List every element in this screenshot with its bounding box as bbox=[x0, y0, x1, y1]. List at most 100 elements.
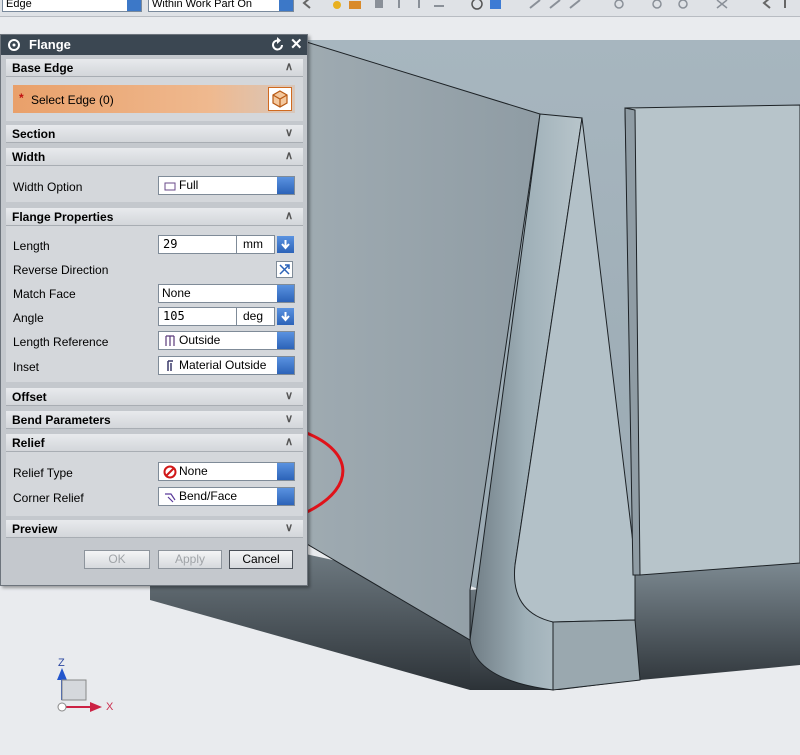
reverse-direction-button[interactable] bbox=[276, 261, 293, 278]
dialog-title: Flange bbox=[29, 37, 71, 52]
length-reference-label: Length Reference bbox=[13, 335, 109, 349]
snap-mid-icon[interactable] bbox=[548, 0, 562, 10]
cube-select-icon bbox=[272, 90, 288, 108]
chevron-down-icon bbox=[279, 0, 293, 11]
angle-input[interactable]: 105 bbox=[158, 307, 237, 326]
section-bend-parameters[interactable]: Bend Parameters ∨ bbox=[6, 411, 303, 429]
line-icon[interactable] bbox=[432, 0, 446, 10]
snap-control-icon[interactable] bbox=[568, 0, 582, 10]
section-title: Offset bbox=[12, 390, 47, 404]
section-title: Preview bbox=[12, 522, 58, 536]
inset-select[interactable]: Material Outside bbox=[158, 356, 295, 375]
width-option-select[interactable]: Full bbox=[158, 176, 295, 195]
section-base-edge[interactable]: Base Edge ∧ bbox=[6, 59, 303, 77]
section-title: Relief bbox=[12, 436, 45, 450]
intersection-icon[interactable] bbox=[715, 0, 729, 10]
reverse-direction-label: Reverse Direction bbox=[13, 263, 109, 277]
top-toolbar: Edge Within Work Part On bbox=[0, 0, 800, 17]
chevron-up-icon: ∧ bbox=[285, 436, 294, 448]
outside-reference-icon bbox=[165, 335, 175, 346]
arrow-left-icon[interactable] bbox=[760, 0, 774, 10]
close-icon[interactable]: ✕ bbox=[290, 35, 303, 53]
angle-label: Angle bbox=[13, 311, 44, 325]
ok-button[interactable]: OK bbox=[84, 550, 150, 569]
arrow-down-icon bbox=[281, 240, 290, 250]
section-relief[interactable]: Relief ∧ bbox=[6, 434, 303, 452]
relief-type-label: Relief Type bbox=[13, 466, 73, 480]
section-title: Bend Parameters bbox=[12, 413, 111, 427]
snap-end-icon[interactable] bbox=[528, 0, 542, 10]
chevron-down-icon bbox=[277, 177, 294, 194]
gear-icon[interactable] bbox=[6, 37, 22, 53]
triad-z-label: Z bbox=[58, 657, 65, 669]
chevron-down-icon: ∨ bbox=[285, 127, 294, 139]
snap-point-icon[interactable] bbox=[330, 0, 344, 10]
material-outside-icon bbox=[167, 360, 173, 371]
quadrant-icon[interactable] bbox=[676, 0, 690, 10]
length-label: Length bbox=[13, 239, 50, 253]
reset-icon[interactable] bbox=[271, 36, 285, 52]
inset-label: Inset bbox=[13, 360, 40, 374]
section-title: Base Edge bbox=[12, 61, 74, 75]
length-reference-select[interactable]: Outside bbox=[158, 331, 295, 350]
reverse-direction-icon bbox=[279, 264, 290, 275]
select-edge-row[interactable]: * Select Edge (0) bbox=[13, 85, 295, 113]
full-width-icon bbox=[164, 182, 176, 191]
chevron-down-icon: ∨ bbox=[285, 390, 294, 402]
chevron-down-icon bbox=[277, 488, 294, 505]
shaded-cube-icon[interactable] bbox=[488, 0, 502, 10]
section-title: Width bbox=[12, 150, 46, 164]
no-entry-icon bbox=[163, 465, 177, 479]
apply-button[interactable]: Apply bbox=[158, 550, 222, 569]
chevron-down-icon bbox=[127, 0, 141, 11]
expand-toolbar-icon[interactable] bbox=[782, 0, 796, 10]
dialog-title-bar[interactable]: Flange ✕ bbox=[1, 35, 307, 55]
selection-scope-combo[interactable]: Within Work Part On bbox=[148, 0, 294, 12]
section-offset[interactable]: Offset ∨ bbox=[6, 388, 303, 406]
length-options-button[interactable] bbox=[277, 236, 294, 253]
chevron-down-icon: ∨ bbox=[285, 413, 294, 425]
chevron-down-icon bbox=[277, 285, 294, 302]
relief-type-value: None bbox=[179, 464, 208, 478]
arrow-left-icon[interactable] bbox=[300, 0, 314, 10]
arrow-down-icon[interactable] bbox=[392, 0, 406, 10]
view-orientation-icon[interactable] bbox=[470, 0, 484, 10]
arc-center-icon[interactable] bbox=[612, 0, 626, 10]
section-flange-properties[interactable]: Flange Properties ∧ bbox=[6, 208, 303, 226]
angle-options-button[interactable] bbox=[277, 308, 294, 325]
width-option-label: Width Option bbox=[13, 180, 83, 194]
section-width[interactable]: Width ∧ bbox=[6, 148, 303, 166]
chevron-down-icon bbox=[277, 357, 294, 374]
relief-type-select[interactable]: None bbox=[158, 462, 295, 481]
length-unit[interactable]: mm bbox=[237, 235, 275, 254]
point-icon[interactable] bbox=[372, 0, 386, 10]
corner-relief-label: Corner Relief bbox=[13, 491, 84, 505]
right-flange-face bbox=[624, 104, 800, 576]
chevron-down-icon bbox=[277, 463, 294, 480]
angle-unit[interactable]: deg bbox=[237, 307, 275, 326]
sketch-icon[interactable] bbox=[348, 0, 362, 10]
length-input[interactable]: 29 bbox=[158, 235, 237, 254]
tangent-icon[interactable] bbox=[650, 0, 664, 10]
selection-scope-value: Within Work Part On bbox=[152, 0, 253, 10]
select-edge-button[interactable] bbox=[268, 87, 292, 111]
chevron-up-icon: ∧ bbox=[285, 150, 294, 162]
match-face-select[interactable]: None bbox=[158, 284, 295, 303]
required-mark: * bbox=[19, 91, 24, 105]
section-section[interactable]: Section ∨ bbox=[6, 125, 303, 143]
inset-value: Material Outside bbox=[179, 358, 267, 372]
section-title: Flange Properties bbox=[12, 210, 114, 224]
bend-block bbox=[552, 619, 641, 691]
select-edge-label: Select Edge (0) bbox=[31, 93, 114, 107]
match-face-label: Match Face bbox=[13, 287, 76, 301]
length-reference-value: Outside bbox=[179, 333, 221, 347]
section-title: Section bbox=[12, 127, 56, 141]
chevron-up-icon: ∧ bbox=[285, 61, 294, 73]
arrow-up-icon[interactable] bbox=[412, 0, 426, 10]
cancel-button[interactable]: Cancel bbox=[229, 550, 293, 569]
chevron-down-icon bbox=[277, 332, 294, 349]
section-preview[interactable]: Preview ∨ bbox=[6, 520, 303, 538]
coordinate-triad bbox=[57, 668, 102, 712]
selection-filter-combo[interactable]: Edge bbox=[2, 0, 142, 12]
corner-relief-select[interactable]: Bend/Face bbox=[158, 487, 295, 506]
